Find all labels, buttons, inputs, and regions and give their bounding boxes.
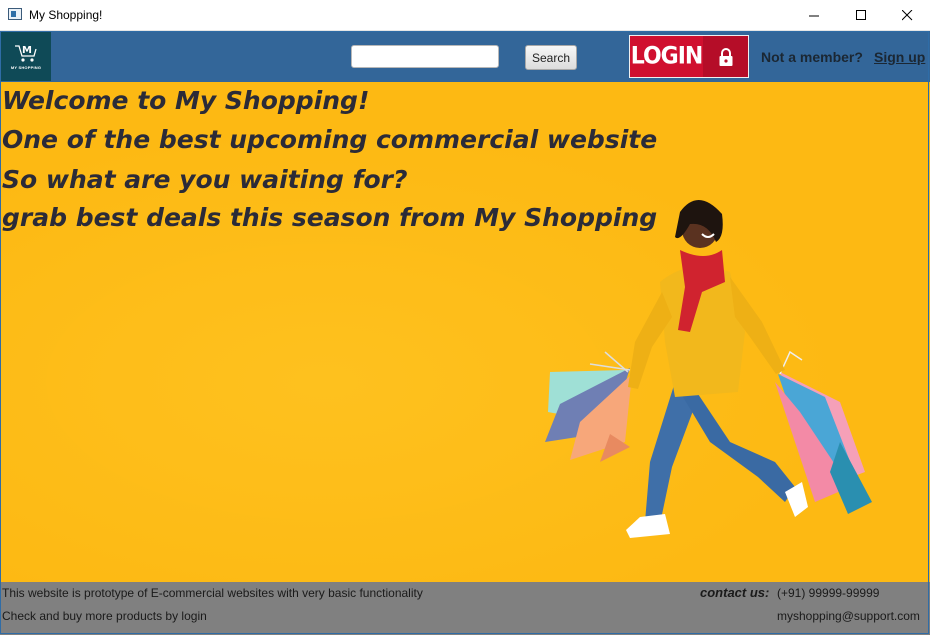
footer-login-hint: Check and buy more products by login xyxy=(2,609,207,623)
lock-icon xyxy=(703,36,748,77)
maximize-icon[interactable] xyxy=(838,0,884,30)
contact-email[interactable]: myshopping@support.com xyxy=(777,609,920,623)
search-input[interactable] xyxy=(351,45,499,68)
welcome-heading: Welcome to My Shopping! xyxy=(2,86,370,115)
sign-up-link[interactable]: Sign up xyxy=(874,49,925,65)
left-shopping-bags xyxy=(545,351,632,462)
login-button[interactable]: LOGIN xyxy=(629,35,749,78)
hero-banner: Welcome to My Shopping! One of the best … xyxy=(0,82,930,582)
window-titlebar: My Shopping! xyxy=(0,0,930,31)
not-member-text: Not a member? xyxy=(761,49,863,65)
svg-text:M: M xyxy=(22,45,32,56)
top-navbar: M MY SHOPPING Search LOGIN Not a member?… xyxy=(0,31,930,82)
brand-logo[interactable]: M MY SHOPPING xyxy=(1,32,51,81)
logo-text: MY SHOPPING xyxy=(10,65,42,70)
app-window-icon xyxy=(8,8,22,20)
shopper-with-bags-image xyxy=(545,199,872,538)
search-button[interactable]: Search xyxy=(525,45,577,70)
footer-disclaimer: This website is prototype of E-commercia… xyxy=(2,586,423,600)
tagline-line-2: So what are you waiting for? xyxy=(2,165,408,194)
minimize-icon[interactable] xyxy=(791,0,837,30)
shopping-cart-icon: M xyxy=(15,45,37,62)
close-icon[interactable] xyxy=(884,0,930,30)
contact-phone: (+91) 99999-99999 xyxy=(777,586,880,600)
contact-label: contact us: xyxy=(700,585,770,600)
window-title: My Shopping! xyxy=(29,8,103,22)
login-label: LOGIN xyxy=(630,42,704,71)
footer: This website is prototype of E-commercia… xyxy=(0,582,930,635)
